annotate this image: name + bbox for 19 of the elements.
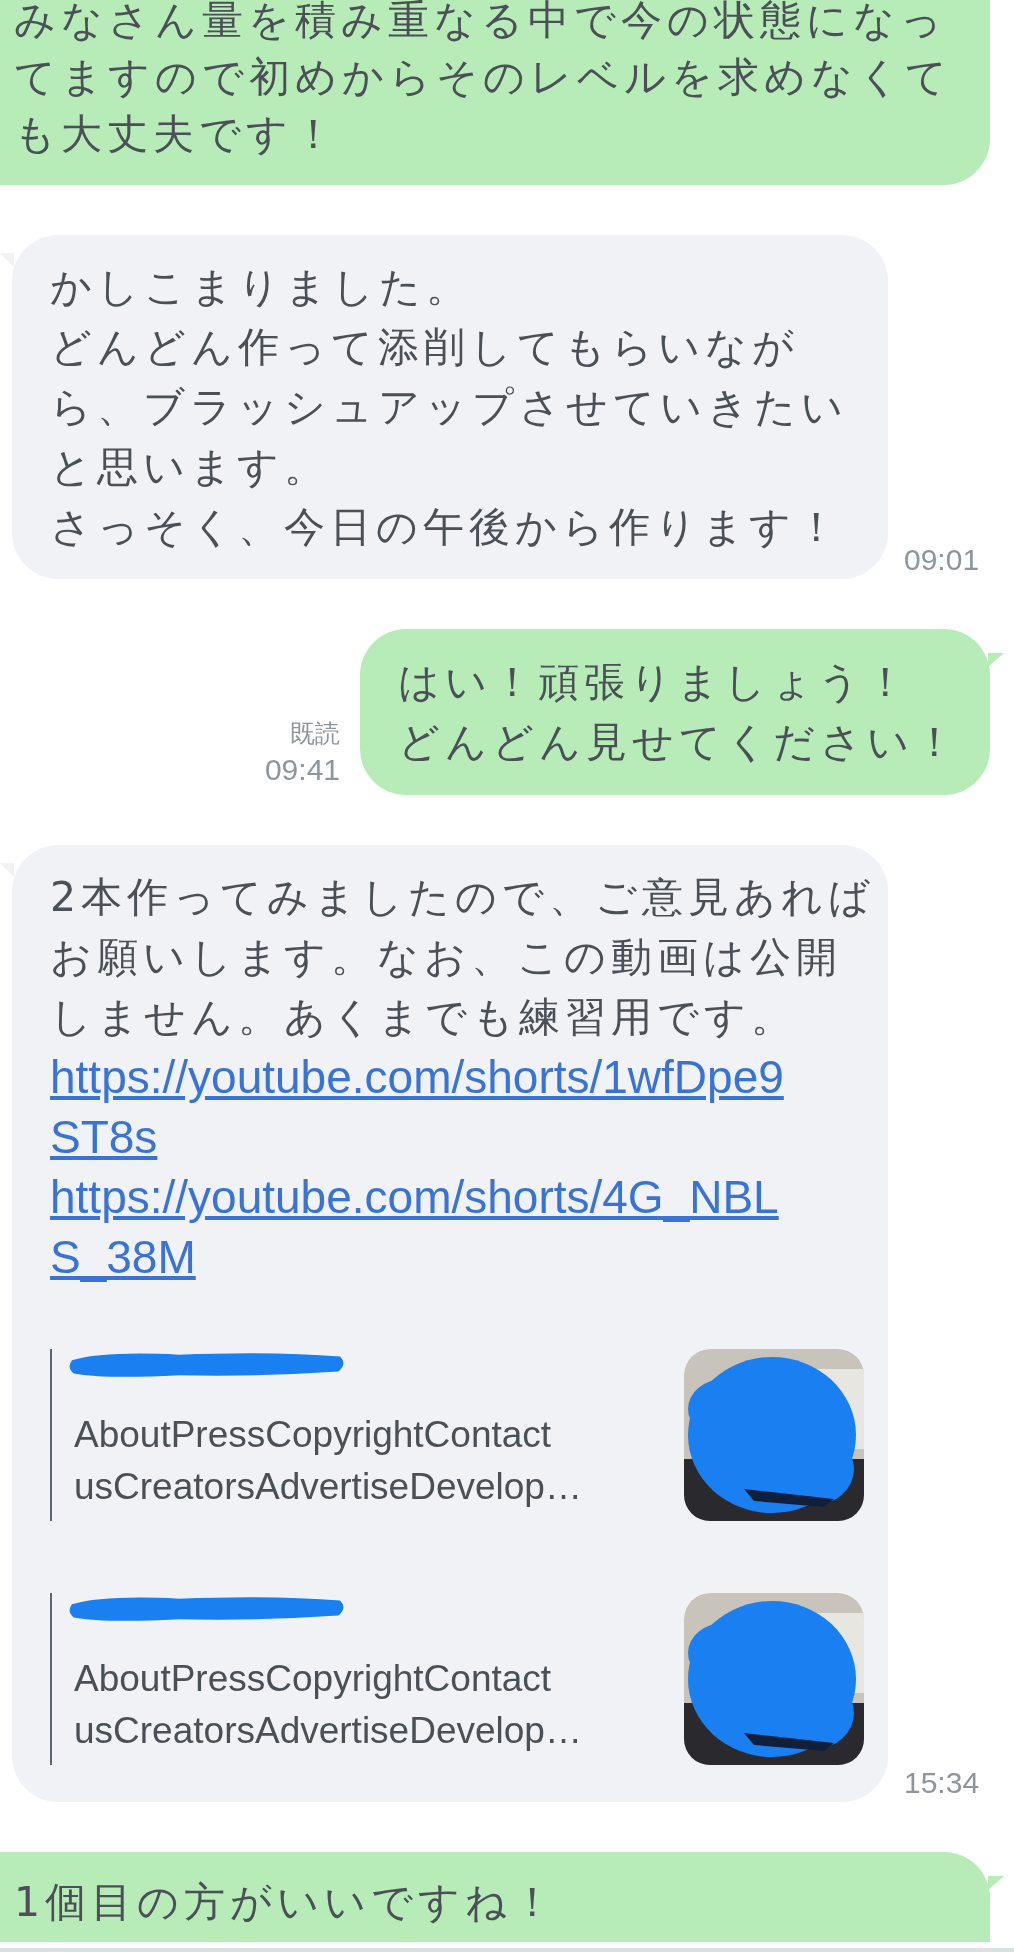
link-preview[interactable]: AboutPressCopyrightContact usCreatorsAdvertiseDevelop… — [50, 1349, 884, 1521]
read-receipt: 既読 — [290, 718, 340, 749]
link[interactable]: https://youtube.com/shorts/4G_NBLS_38M — [50, 1167, 795, 1287]
message-text: 2本作ってみましたので、ご意見あればお願いします。なお、この動画は公開しません。あくまでも練習用です。 — [50, 872, 877, 1043]
preview-description: AboutPressCopyrightContact — [74, 1413, 553, 1457]
message-text: はい！頑張りましょう！ — [398, 657, 912, 708]
message-time: 09:41 — [264, 752, 340, 788]
preview-description: usCreatorsAdvertiseDevelop… — [74, 1465, 582, 1509]
message-time: 09:01 — [904, 542, 980, 578]
link-preview[interactable]: AboutPressCopyrightContact usCreatorsAdvertiseDevelop… — [50, 1593, 884, 1765]
message-text: さっそく、今日の午後から作ります！ — [50, 502, 843, 553]
message-text: どんどん見せてください！ — [398, 717, 960, 768]
message-time: 15:34 — [904, 1765, 980, 1801]
message-text: かしこまりました。 — [50, 262, 473, 313]
message-text: 1個目の方がいいですね！ — [14, 1877, 560, 1928]
preview-description: usCreatorsAdvertiseDevelop… — [74, 1709, 582, 1753]
preview-description: AboutPressCopyrightContact — [74, 1657, 553, 1701]
message-text: どんどん作って添削してもらいながら、ブラッシュアップさせていきたいと思います。 — [50, 322, 849, 493]
message-text: みなさん量を積み重なる中で今の状態になってますので初めからそのレベルを求めなくても大丈夫です！ — [14, 0, 953, 160]
